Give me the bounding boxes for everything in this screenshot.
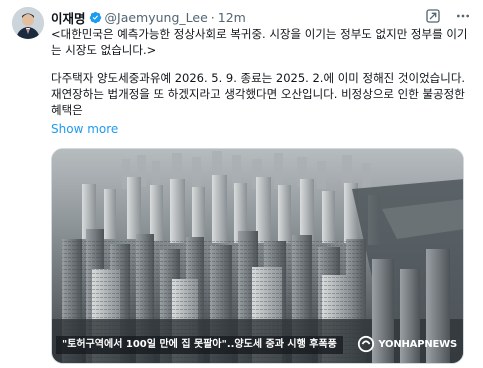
separator-dot: · (210, 9, 215, 25)
yonhap-logo-icon (358, 335, 375, 353)
watermark-text: YONHAPNEWS (378, 338, 457, 350)
aerial-city-photo (52, 149, 463, 363)
timestamp[interactable]: 12m (218, 10, 246, 25)
tweet-media-image[interactable]: "토허구역에서 100일 만에 집 못팔아"..양도세 중과 시행 후폭풍 YO… (51, 148, 464, 364)
avatar[interactable] (12, 7, 44, 39)
show-more-link[interactable]: Show more (51, 122, 118, 136)
tweet-actions (425, 8, 471, 24)
tweet-paragraph: <대한민국은 예측가능한 정상사회로 복귀중. 시장을 이기는 정부도 없지만 … (51, 27, 468, 57)
tweet-header: 이재명 @Jaemyung_Lee · 12m (51, 8, 471, 26)
more-icon[interactable] (455, 8, 471, 24)
image-caption: "토허구역에서 100일 만에 집 못팔아"..양도세 중과 시행 후폭풍 (56, 336, 343, 354)
news-watermark: YONHAPNEWS (357, 334, 457, 354)
author-name[interactable]: 이재명 (51, 8, 86, 27)
verified-badge-icon (89, 11, 102, 24)
grok-icon[interactable] (425, 8, 441, 24)
author-handle[interactable]: @Jaemyung_Lee (105, 10, 208, 25)
tweet-paragraph: 다주택자 양도세중과유예 2026. 5. 9. 종료는 2025. 2.에 이… (51, 71, 466, 117)
tweet-text: <대한민국은 예측가능한 정상사회로 복귀중. 시장을 이기는 정부도 없지만 … (51, 26, 471, 118)
tweet[interactable]: 이재명 @Jaemyung_Lee · 12m <대한민국은 예측가능한 정상사… (0, 0, 483, 368)
